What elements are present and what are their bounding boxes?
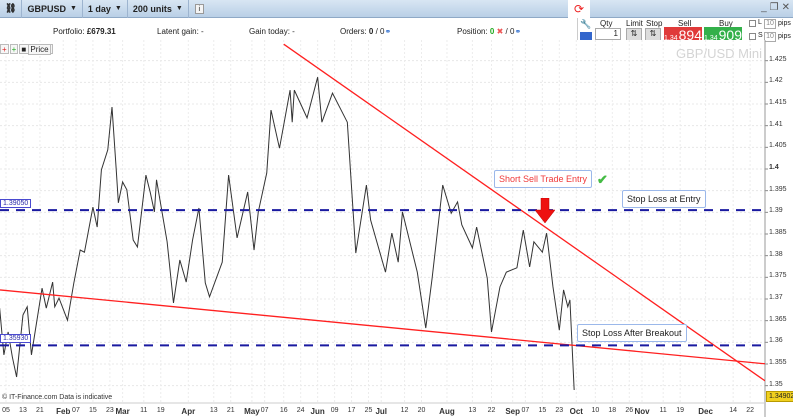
legend-price[interactable]: ■ Price bbox=[19, 44, 53, 55]
x-tick-label: 15 bbox=[89, 407, 97, 414]
x-tick-label: 16 bbox=[279, 407, 288, 414]
plot-area bbox=[0, 40, 765, 403]
y-tick-label: 1.375 bbox=[769, 272, 787, 280]
price-chart[interactable] bbox=[0, 0, 793, 417]
x-tick-label: 21 bbox=[36, 407, 44, 414]
x-tick-label: 07 bbox=[521, 407, 530, 414]
y-tick-label: 1.355 bbox=[769, 358, 787, 366]
x-tick-label: Oct bbox=[569, 407, 583, 416]
x-tick-label: Nov bbox=[634, 407, 650, 416]
zoom-in-icon[interactable]: + bbox=[0, 44, 9, 54]
watermark: GBP/USD Mini bbox=[676, 46, 762, 61]
y-tick-label: 1.37 bbox=[769, 293, 783, 301]
level-label[interactable]: 1.39050 bbox=[0, 199, 32, 209]
x-tick-label: 13 bbox=[209, 407, 218, 414]
y-tick-label: 1.415 bbox=[769, 99, 787, 106]
x-tick-label: 19 bbox=[676, 407, 685, 414]
x-tick-label: 21 bbox=[226, 407, 235, 414]
annotation-stop-loss-entry[interactable]: Stop Loss at Entry bbox=[622, 190, 706, 208]
x-tick-label: 07 bbox=[260, 407, 269, 414]
chart-legend: + + ■ Price bbox=[0, 44, 53, 55]
x-tick-label: 14 bbox=[729, 407, 738, 414]
x-tick-label: 13 bbox=[19, 407, 27, 414]
x-tick-label: 23 bbox=[555, 407, 564, 414]
y-tick-label: 1.385 bbox=[769, 228, 787, 236]
x-tick-label: 19 bbox=[156, 407, 165, 414]
x-tick-label: Jul bbox=[375, 407, 388, 416]
x-tick-label: 22 bbox=[746, 407, 755, 414]
down-arrow-icon bbox=[535, 198, 555, 224]
y-tick-label: 1.39 bbox=[769, 207, 783, 215]
x-tick-label: May bbox=[244, 407, 260, 416]
x-tick-label: 22 bbox=[487, 407, 496, 414]
y-tick-label: 1.35 bbox=[769, 380, 783, 388]
x-tick-label: 20 bbox=[417, 407, 426, 414]
add-indicator-icon[interactable]: + bbox=[9, 44, 19, 54]
x-tick-label: 24 bbox=[296, 407, 305, 414]
level-label[interactable]: 1.35930 bbox=[0, 334, 32, 344]
x-tick-label: Sep bbox=[505, 407, 521, 416]
x-tick-label: Jun bbox=[310, 407, 325, 416]
y-tick-label: 1.365 bbox=[769, 315, 787, 323]
x-tick-label: 11 bbox=[659, 407, 667, 414]
x-tick-label: 10 bbox=[591, 407, 600, 414]
annotation-stop-loss-breakout[interactable]: Stop Loss After Breakout bbox=[577, 324, 687, 342]
y-tick-label: 1.42 bbox=[769, 77, 783, 85]
x-tick-label: 09 bbox=[330, 407, 339, 414]
annotation-short-sell-entry[interactable]: Short Sell Trade Entry bbox=[494, 170, 593, 188]
x-tick-label: Apr bbox=[181, 407, 196, 416]
last-price-badge: 1.34902 bbox=[766, 391, 793, 402]
x-tick-label: 13 bbox=[468, 407, 477, 414]
x-tick-label: 18 bbox=[608, 407, 617, 414]
x-tick-label: 12 bbox=[400, 407, 409, 414]
x-tick-label: 23 bbox=[105, 407, 114, 414]
x-tick-label: 17 bbox=[347, 407, 356, 414]
x-tick-label: Mar bbox=[115, 407, 130, 416]
x-tick-label: 05 bbox=[2, 407, 10, 414]
x-tick-label: 07 bbox=[72, 407, 80, 414]
y-tick-label: 1.405 bbox=[769, 142, 787, 150]
x-tick-label: 26 bbox=[625, 407, 634, 414]
x-tick-label: 25 bbox=[364, 407, 373, 414]
y-tick-label: 1.4 bbox=[769, 164, 779, 171]
x-tick-label: Dec bbox=[698, 407, 713, 416]
x-tick-label: Feb bbox=[56, 407, 71, 416]
x-tick-label: Aug bbox=[439, 407, 455, 416]
y-tick-label: 1.38 bbox=[769, 250, 783, 258]
y-tick-label: 1.425 bbox=[769, 55, 787, 63]
x-tick-label: 11 bbox=[140, 407, 148, 414]
x-tick-label: 15 bbox=[538, 407, 547, 414]
checkmark-icon: ✔ bbox=[597, 172, 608, 187]
y-tick-label: 1.41 bbox=[769, 120, 783, 128]
y-tick-label: 1.36 bbox=[769, 337, 783, 345]
y-tick-label: 1.395 bbox=[769, 185, 787, 193]
credit-text: © IT-Finance.com Data is indicative bbox=[2, 394, 113, 401]
